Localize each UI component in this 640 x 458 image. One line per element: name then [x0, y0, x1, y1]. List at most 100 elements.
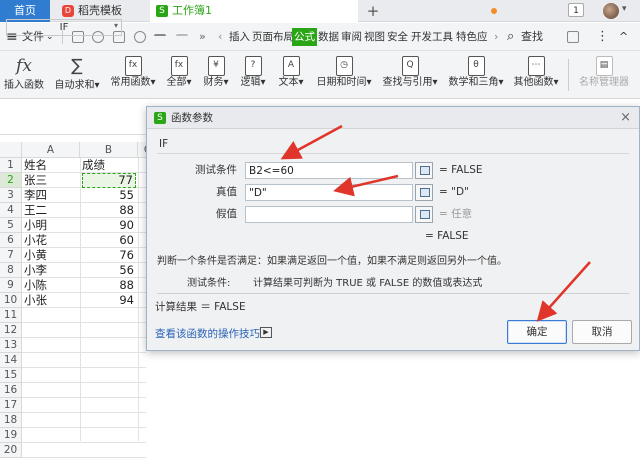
- row-header[interactable]: 8: [0, 263, 22, 278]
- row-header[interactable]: 11: [0, 308, 22, 323]
- name-manager-button[interactable]: ▤ 名称管理器: [574, 53, 634, 97]
- more-icon[interactable]: ⋮: [596, 23, 609, 51]
- row-header[interactable]: 15: [0, 368, 22, 383]
- scroll-left-icon[interactable]: ‹: [218, 23, 222, 51]
- row-header[interactable]: 2: [0, 173, 22, 188]
- autosum-label: 自动求和▾: [54, 80, 100, 91]
- cell-score[interactable]: 94: [82, 293, 136, 308]
- search-button[interactable]: 查找: [521, 23, 543, 51]
- cell-name[interactable]: 李四: [24, 188, 78, 203]
- column-header-a[interactable]: A: [22, 142, 80, 158]
- collapse-ribbon-icon[interactable]: ^: [619, 23, 628, 51]
- row-header[interactable]: 14: [0, 353, 22, 368]
- row-header[interactable]: 1: [0, 158, 22, 173]
- scroll-right-icon[interactable]: ›: [494, 23, 498, 51]
- tab-security[interactable]: 安全: [385, 28, 410, 46]
- tab-workbook[interactable]: S 工作簿1: [150, 0, 497, 22]
- dialog-title-bar[interactable]: S 函数参数 ×: [147, 107, 639, 129]
- header-cell-name[interactable]: 姓名: [24, 158, 78, 173]
- avatar[interactable]: [603, 3, 619, 19]
- cell-score[interactable]: 55: [82, 188, 136, 203]
- cell-name[interactable]: 小明: [24, 218, 78, 233]
- cell-name[interactable]: 小陈: [24, 278, 78, 293]
- row-header[interactable]: 17: [0, 398, 22, 413]
- name-box[interactable]: IF: [6, 19, 122, 36]
- cell-score[interactable]: 76: [82, 248, 136, 263]
- logic-label: 逻辑▾: [240, 77, 266, 88]
- row-header[interactable]: 5: [0, 218, 22, 233]
- condition-input[interactable]: [245, 162, 413, 179]
- true-value-input[interactable]: [245, 184, 413, 201]
- row-header[interactable]: 10: [0, 293, 22, 308]
- arg-result-false-value: = 任意: [439, 208, 473, 220]
- new-tab-button[interactable]: +: [364, 0, 382, 22]
- row-header[interactable]: 6: [0, 233, 22, 248]
- chevron-down-icon[interactable]: ▾: [114, 21, 118, 30]
- insert-function-button[interactable]: fx 插入函数: [2, 53, 46, 97]
- name-manager-icon: ▤: [574, 53, 634, 76]
- cell-score[interactable]: 88: [82, 278, 136, 293]
- close-icon[interactable]: ×: [620, 107, 631, 129]
- math-button[interactable]: θ 数学和三角▾: [446, 53, 506, 97]
- range-select-icon[interactable]: [415, 162, 433, 179]
- cell-score[interactable]: 88: [82, 203, 136, 218]
- cell-name[interactable]: 张三: [24, 173, 78, 188]
- logic-button[interactable]: ? 逻辑▾: [237, 53, 269, 97]
- common-functions-button[interactable]: fx 常用函数▾: [108, 53, 158, 97]
- cell-name[interactable]: 小张: [24, 293, 78, 308]
- row-header[interactable]: 12: [0, 323, 22, 338]
- row-header[interactable]: 7: [0, 248, 22, 263]
- select-all-corner[interactable]: [0, 142, 22, 158]
- text-button[interactable]: A 文本▾: [274, 53, 308, 97]
- undo-icon[interactable]: [154, 34, 166, 40]
- tab-formulas[interactable]: 公式: [292, 28, 317, 46]
- tab-insert[interactable]: 插入: [227, 28, 252, 46]
- tab-page-layout[interactable]: 页面布局: [250, 28, 296, 46]
- active-cell[interactable]: 77: [82, 173, 136, 188]
- header-cell-score[interactable]: 成绩: [82, 158, 136, 173]
- lookup-button[interactable]: Q 查找与引用▾: [380, 53, 440, 97]
- video-icon[interactable]: ▶: [260, 327, 272, 338]
- window-count-badge[interactable]: 1: [568, 3, 584, 17]
- false-value-input[interactable]: [245, 206, 413, 223]
- other-functions-button[interactable]: ⋯ 其他函数▾: [510, 53, 562, 97]
- share-icon[interactable]: [567, 31, 579, 43]
- help-link[interactable]: 查看该函数的操作技巧: [155, 326, 260, 341]
- arg-description: 计算结果可判断为 TRUE 或 FALSE 的数值或表达式: [253, 278, 483, 289]
- print-preview-icon[interactable]: [134, 31, 146, 43]
- finance-button[interactable]: ¥ 财务▾: [200, 53, 232, 97]
- tab-features[interactable]: 特色应: [454, 28, 490, 46]
- row-header[interactable]: 16: [0, 383, 22, 398]
- cell-name[interactable]: 小黄: [24, 248, 78, 263]
- cell-score[interactable]: 60: [82, 233, 136, 248]
- cell-name[interactable]: 小李: [24, 263, 78, 278]
- tab-data[interactable]: 数据: [316, 28, 341, 46]
- row-header[interactable]: 4: [0, 203, 22, 218]
- autosum-button[interactable]: ∑ 自动求和▾: [52, 53, 102, 97]
- more-quick-access-icon[interactable]: »: [199, 23, 206, 51]
- range-select-icon[interactable]: [415, 184, 433, 201]
- cell-name[interactable]: 王二: [24, 203, 78, 218]
- row-header[interactable]: 13: [0, 338, 22, 353]
- cancel-button[interactable]: 取消: [572, 320, 632, 344]
- column-header-b[interactable]: B: [80, 142, 138, 158]
- row-header[interactable]: 3: [0, 188, 22, 203]
- chevron-down-icon[interactable]: ▾: [622, 4, 627, 14]
- tab-developer[interactable]: 开发工具: [409, 28, 455, 46]
- redo-icon[interactable]: [176, 34, 188, 40]
- range-select-icon[interactable]: [415, 206, 433, 223]
- all-functions-button[interactable]: fx 全部▾: [163, 53, 195, 97]
- datetime-button[interactable]: ◷ 日期和时间▾: [314, 53, 374, 97]
- gridline: [22, 397, 146, 398]
- cell-score[interactable]: 90: [82, 218, 136, 233]
- gridline: [80, 158, 81, 441]
- row-header[interactable]: 9: [0, 278, 22, 293]
- ok-button[interactable]: 确定: [507, 320, 567, 344]
- tab-view[interactable]: 视图: [362, 28, 387, 46]
- search-icon[interactable]: ⌕: [507, 23, 514, 51]
- cell-name[interactable]: 小花: [24, 233, 78, 248]
- tab-review[interactable]: 审阅: [339, 28, 364, 46]
- cell-score[interactable]: 56: [82, 263, 136, 278]
- row-header[interactable]: 20: [0, 443, 22, 458]
- row-header[interactable]: 18: [0, 413, 22, 428]
